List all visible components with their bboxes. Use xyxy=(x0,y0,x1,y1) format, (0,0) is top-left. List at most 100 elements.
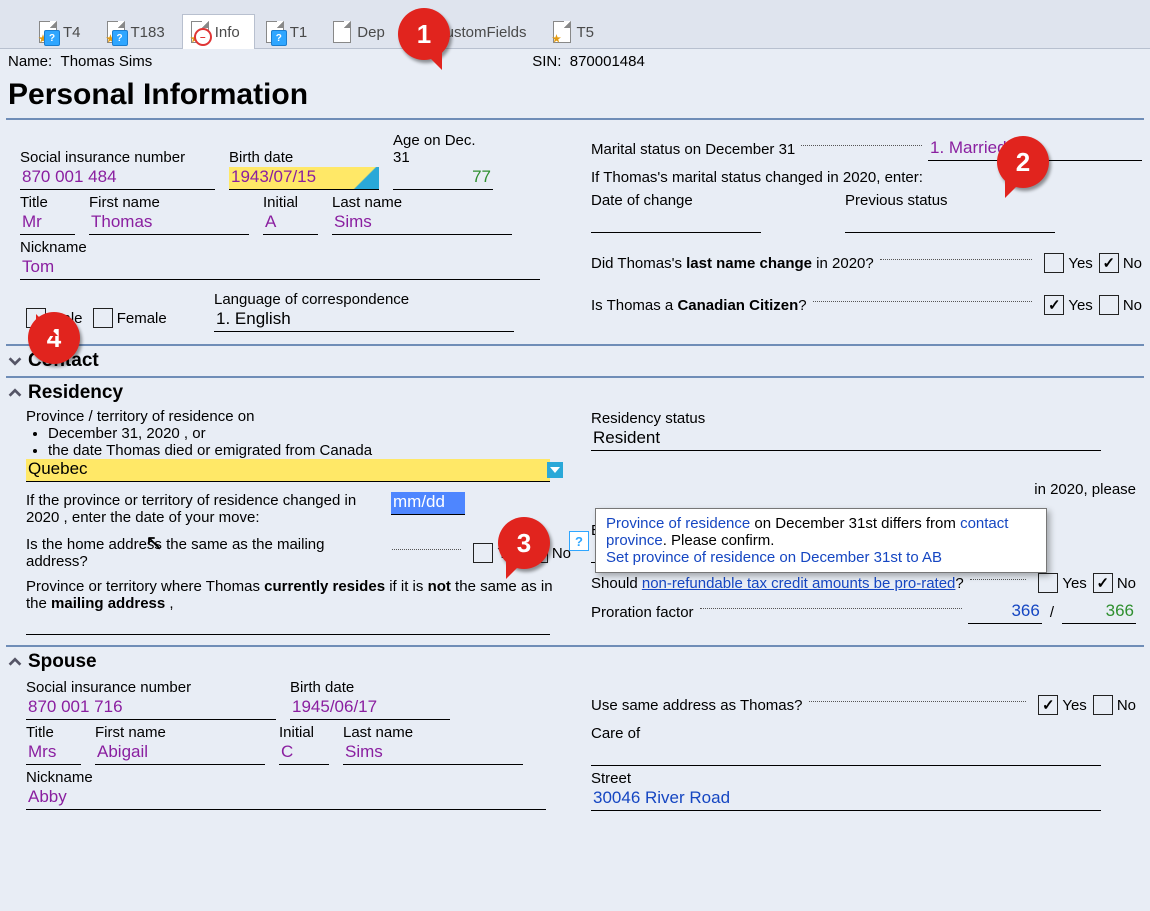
file-star-q-icon: ★? xyxy=(107,21,125,43)
spouse-init-field[interactable]: C xyxy=(279,742,329,765)
prorate-link[interactable]: non-refundable tax credit amounts be pro… xyxy=(642,575,956,592)
proration-den: 366 xyxy=(1062,601,1136,624)
same-address-yes[interactable]: Yes xyxy=(1038,695,1086,715)
prorate-yes[interactable]: Yes xyxy=(1038,573,1086,593)
nr-hint: in 2020, please xyxy=(591,481,1136,498)
lastname-label: Last name xyxy=(332,194,512,211)
proration-factor-label: Proration factor xyxy=(591,604,694,621)
marital-change-hint: If Thomas's marital status changed in 20… xyxy=(591,169,1142,186)
citizen-no[interactable]: No xyxy=(1099,295,1142,315)
tab-label: T1 xyxy=(290,24,308,41)
date-of-change-field[interactable] xyxy=(591,210,761,233)
careof-field[interactable] xyxy=(591,743,1101,766)
birthdate-field[interactable]: 1943/07/15 xyxy=(229,167,379,190)
street-field[interactable]: 30046 River Road xyxy=(591,788,1101,811)
language-field[interactable]: 1. English xyxy=(214,309,514,332)
spouse-first-field[interactable]: Abigail xyxy=(95,742,265,765)
residency-status-label: Residency status xyxy=(591,410,1101,427)
province-change-date[interactable]: mm/dd xyxy=(391,492,465,515)
spouse-nick-field[interactable]: Abby xyxy=(26,787,546,810)
contact-section-header[interactable]: Contact xyxy=(6,344,1144,376)
home-address-question: Is the home address the same as the mail… xyxy=(26,536,386,570)
help-icon[interactable]: ? xyxy=(569,531,589,551)
tab-t5[interactable]: ★ T5 xyxy=(544,14,610,49)
spouse-nick-label: Nickname xyxy=(26,769,546,786)
province-bullets: December 31, 2020 , orthe date Thomas di… xyxy=(26,425,571,459)
province-change-label: If the province or territory of residenc… xyxy=(26,492,381,526)
tab-t4[interactable]: ★? T4 xyxy=(30,14,96,49)
prorate-question: Should non-refundable tax credit amounts… xyxy=(591,575,964,592)
firstname-field[interactable]: Thomas xyxy=(89,212,249,235)
lastname-change-question: Did Thomas's last name change in 2020? xyxy=(591,255,874,272)
spouse-sin-field[interactable]: 870 001 716 xyxy=(26,697,276,720)
marital-status-label: Marital status on December 31 xyxy=(591,141,795,158)
province-warning-tooltip: Province of residence on December 31st d… xyxy=(595,508,1047,573)
citizen-yes[interactable]: Yes xyxy=(1044,295,1092,315)
tip-set-province-link[interactable]: Set province of residence on December 31… xyxy=(606,549,942,566)
same-address-no[interactable]: No xyxy=(1093,695,1136,715)
initial-field[interactable]: A xyxy=(263,212,318,235)
province-label: Province / territory of residence on xyxy=(26,408,571,425)
marital-status-field[interactable]: 1. Married xyxy=(928,138,1142,161)
spouse-title-field[interactable]: Mrs xyxy=(26,742,81,765)
tab-t1[interactable]: ? T1 xyxy=(257,14,323,49)
previous-status-label: Previous status xyxy=(845,192,1055,209)
residency-section-header[interactable]: Residency xyxy=(6,376,1144,408)
spouse-section-header[interactable]: Spouse xyxy=(6,645,1144,677)
sin-field[interactable]: 870 001 484 xyxy=(20,167,215,190)
proration-num[interactable]: 366 xyxy=(968,601,1042,624)
spouse-bd-field[interactable]: 1945/06/17 xyxy=(290,697,450,720)
prorate-no[interactable]: No xyxy=(1093,573,1136,593)
tab-label: Info xyxy=(215,24,240,41)
file-icon xyxy=(411,21,429,43)
dropdown-icon[interactable] xyxy=(547,462,563,478)
gender-female[interactable]: Female xyxy=(93,308,167,328)
tab-label: T4 xyxy=(63,24,81,41)
tab-dep[interactable]: Dep xyxy=(324,14,400,49)
file-star-q-icon: ★? xyxy=(39,21,57,43)
tab-info[interactable]: ★– Info xyxy=(182,14,255,49)
spouse-sin-label: Social insurance number xyxy=(26,679,276,696)
chevron-up-icon xyxy=(6,653,24,671)
nickname-label: Nickname xyxy=(20,239,540,256)
sin-label: SIN: xyxy=(532,53,561,70)
chevron-up-icon xyxy=(6,384,24,402)
spouse-last-field[interactable]: Sims xyxy=(343,742,523,765)
tab-strip: ★? T4 ★? T183 ★– Info ? T1 Dep CustomFie… xyxy=(0,0,1150,49)
file-q-icon: ? xyxy=(266,21,284,43)
file-icon xyxy=(333,21,351,43)
gender-male[interactable]: Male xyxy=(26,308,83,328)
previous-status-field[interactable] xyxy=(845,210,1055,233)
language-label: Language of correspondence xyxy=(214,291,514,308)
tip-province-link[interactable]: Province of residence xyxy=(606,515,750,532)
tab-label: Dep xyxy=(357,24,385,41)
citizen-question: Is Thomas a Canadian Citizen? xyxy=(591,297,807,314)
name-label: Name: xyxy=(8,53,52,70)
name-value: Thomas Sims xyxy=(61,53,153,70)
title-label: Title xyxy=(20,194,75,211)
file-star-icon: ★ xyxy=(553,21,571,43)
title-field[interactable]: Mr xyxy=(20,212,75,235)
sin-value: 870001484 xyxy=(570,53,645,70)
province-field[interactable]: Quebec xyxy=(26,459,550,482)
firstname-label: First name xyxy=(89,194,249,211)
lastname-change-no[interactable]: No xyxy=(1099,253,1142,273)
lastname-field[interactable]: Sims xyxy=(332,212,512,235)
tab-label: CustomFields xyxy=(435,24,527,41)
date-of-change-label: Date of change xyxy=(591,192,761,209)
current-province-field[interactable] xyxy=(26,612,550,635)
spouse-last-label: Last name xyxy=(343,724,523,741)
tab-customfields[interactable]: CustomFields xyxy=(402,14,542,49)
home-address-no[interactable]: No xyxy=(528,543,571,563)
sin-label: Social insurance number xyxy=(20,149,215,166)
spouse-bd-label: Birth date xyxy=(290,679,450,696)
lastname-change-yes[interactable]: Yes xyxy=(1044,253,1092,273)
spouse-init-label: Initial xyxy=(279,724,329,741)
chevron-down-icon xyxy=(6,352,24,370)
street-label: Street xyxy=(591,770,1101,787)
careof-label: Care of xyxy=(591,725,1101,742)
nickname-field[interactable]: Tom xyxy=(20,257,540,280)
tab-t183[interactable]: ★? T183 xyxy=(98,14,180,49)
residency-status-field[interactable]: Resident xyxy=(591,428,1101,451)
home-address-yes[interactable]: Yes xyxy=(473,543,521,563)
